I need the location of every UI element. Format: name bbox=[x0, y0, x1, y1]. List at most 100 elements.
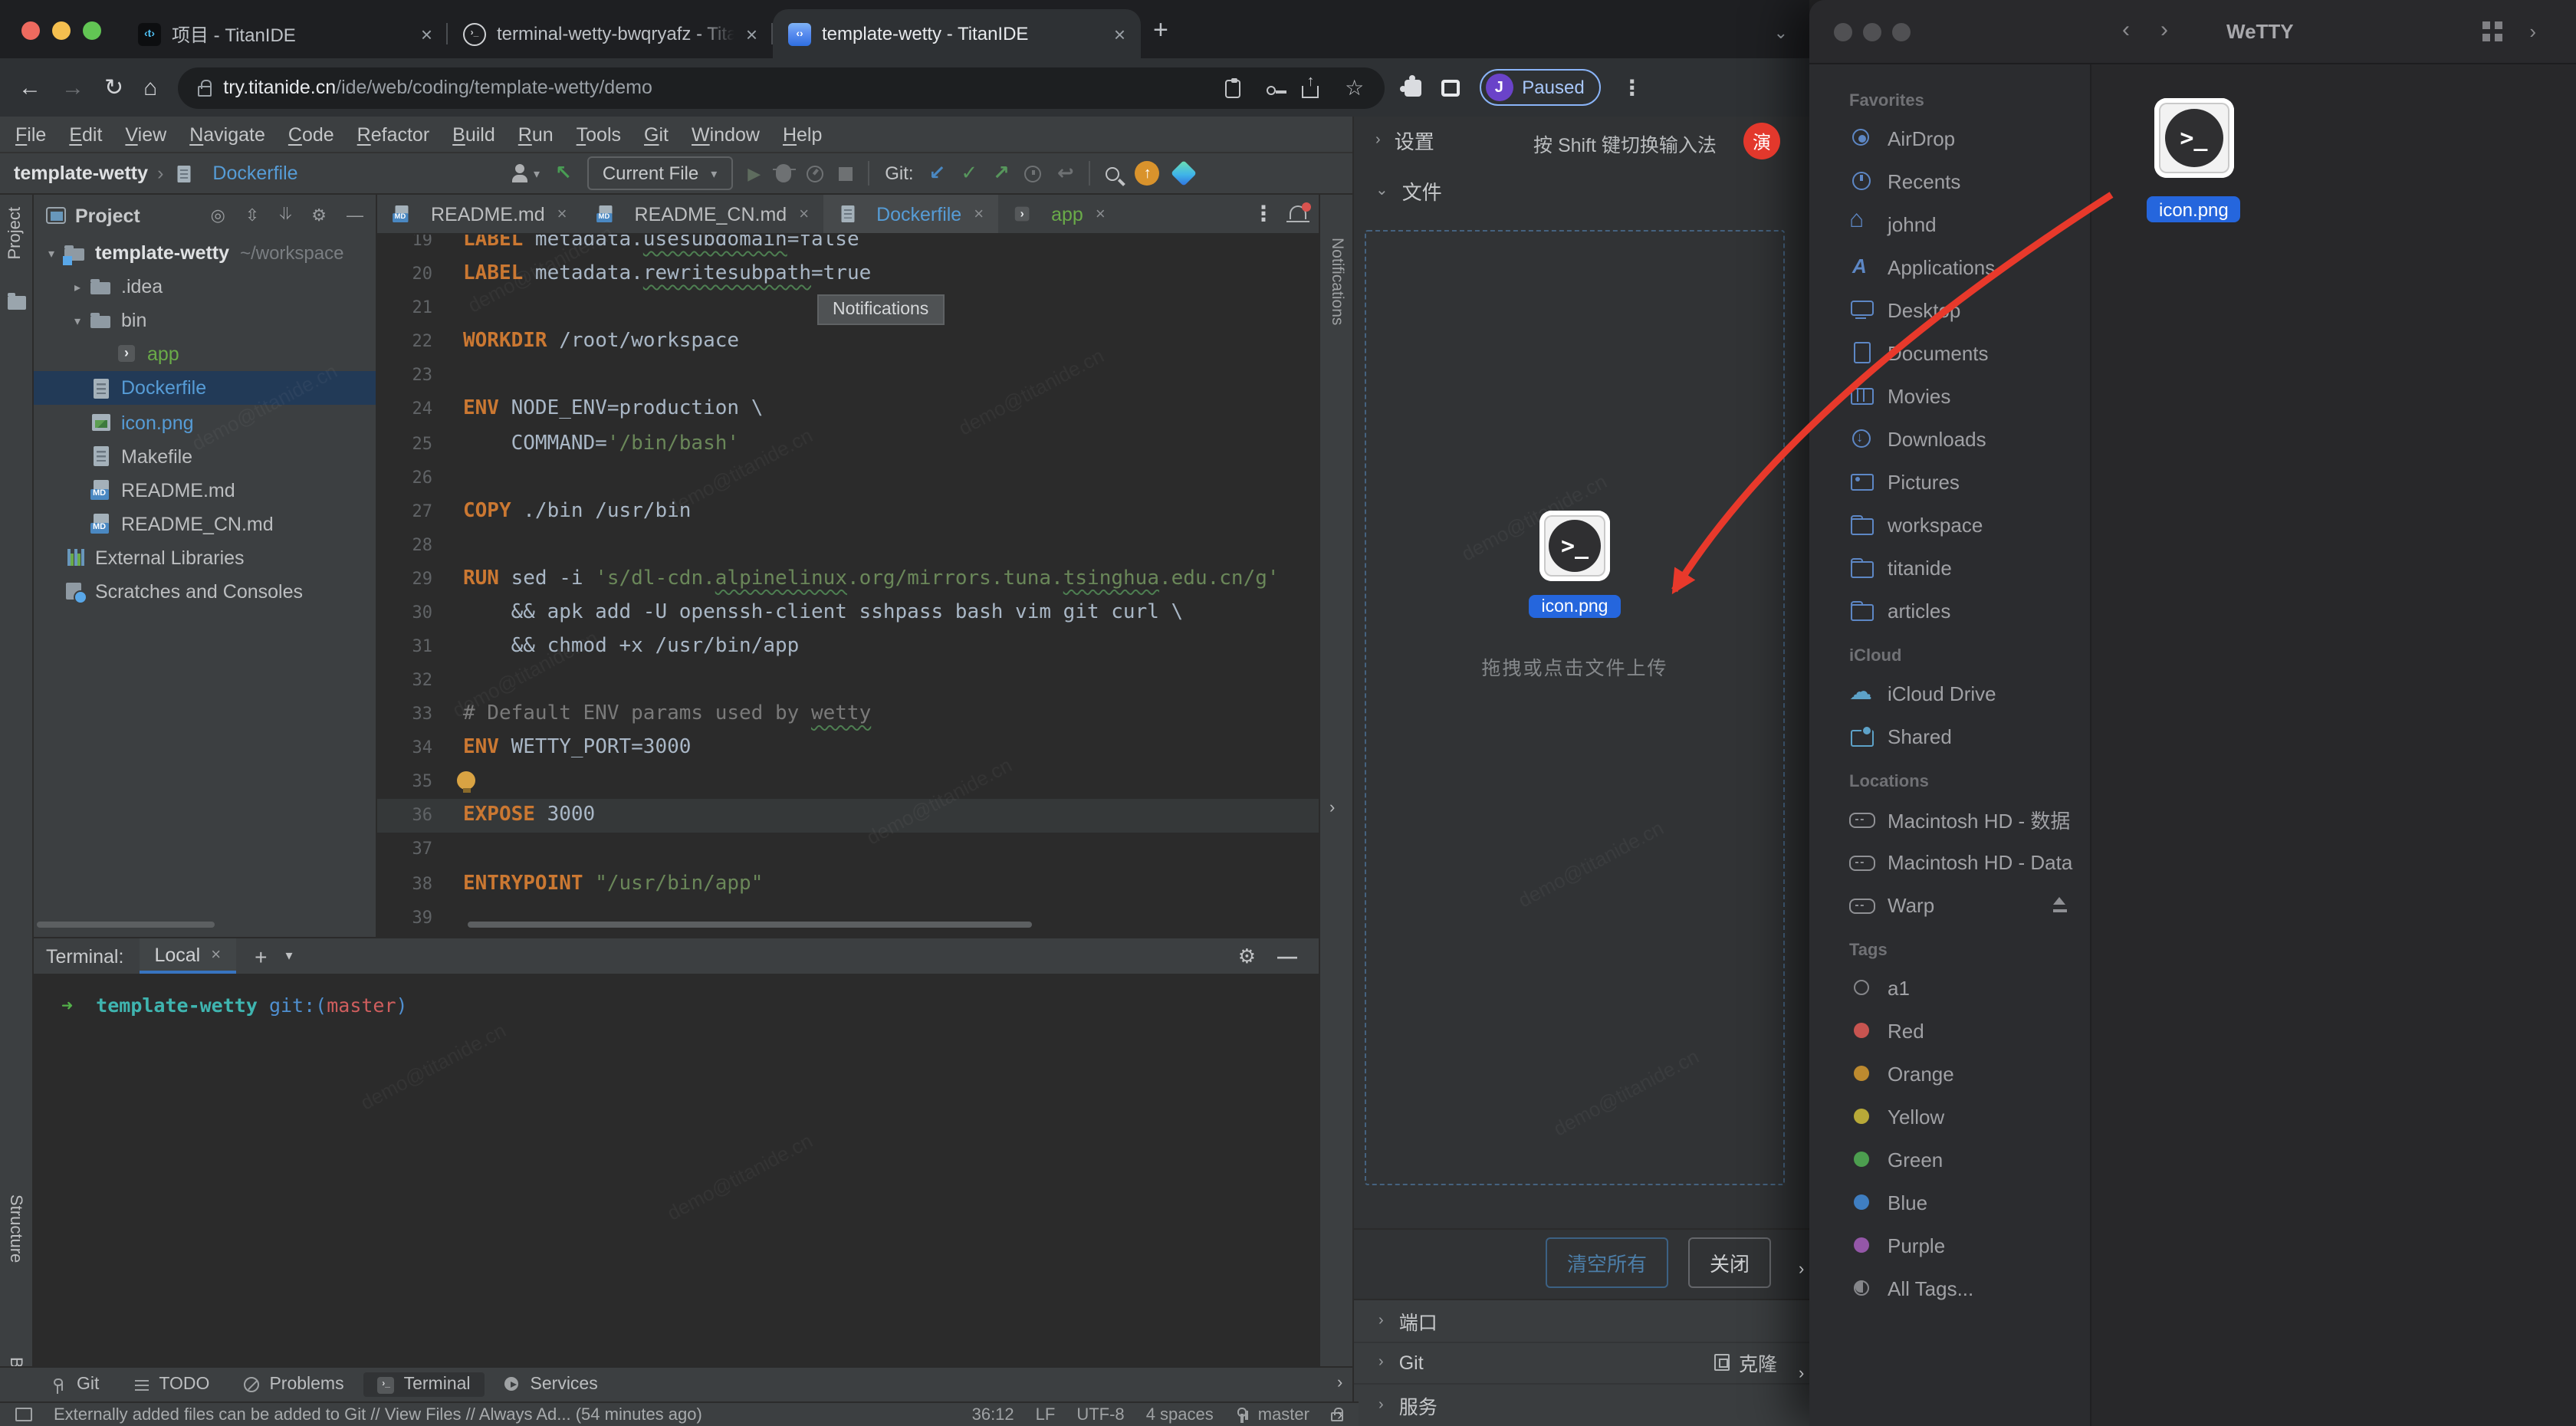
breadcrumb-project[interactable]: template-wetty bbox=[14, 163, 148, 184]
close-window-button[interactable] bbox=[21, 21, 40, 40]
project-panel-hscrollbar[interactable] bbox=[37, 922, 215, 928]
sidebar-item-airdrop[interactable]: AirDrop bbox=[1809, 117, 2090, 159]
expand-panel-icon[interactable]: › bbox=[1329, 799, 1335, 817]
code-line-34[interactable]: 34ENV WETTY_PORT=3000 bbox=[377, 731, 1319, 764]
address-bar[interactable]: try.titanide.cn/ide/web/coding/template-… bbox=[177, 67, 1384, 108]
finder-file-name[interactable]: icon.png bbox=[2147, 196, 2241, 222]
minimize-window-button[interactable] bbox=[1863, 23, 1881, 41]
expand-chevron-icon[interactable]: › bbox=[1799, 1365, 1804, 1383]
sidebar-item-articles[interactable]: articles bbox=[1809, 589, 2090, 632]
tool-tab-git[interactable]: Git bbox=[37, 1372, 113, 1397]
tool-tab-problems[interactable]: Problems bbox=[229, 1372, 357, 1397]
sidebar-item-green[interactable]: Green bbox=[1809, 1138, 2090, 1181]
minimize-window-button[interactable] bbox=[52, 21, 71, 40]
sidebar-item-movies[interactable]: Movies bbox=[1809, 374, 2090, 417]
structure-tool-button[interactable]: Structure bbox=[6, 1194, 25, 1263]
close-tab-icon[interactable]: × bbox=[1114, 22, 1125, 45]
expand-chevron-icon[interactable]: › bbox=[1337, 1406, 1342, 1424]
code-line-24[interactable]: 24ENV NODE_ENV=production \ bbox=[377, 393, 1319, 426]
stop-button[interactable] bbox=[839, 166, 853, 180]
menu-item-edit[interactable]: Edit bbox=[69, 123, 102, 145]
code-line-30[interactable]: 30 && apk add -U openssh-client sshpass … bbox=[377, 596, 1319, 629]
tree-item-dockerfile[interactable]: Dockerfile bbox=[34, 372, 376, 406]
code-line-29[interactable]: 29RUN sed -i 's/dl-cdn.alpinelinux.org/m… bbox=[377, 562, 1319, 596]
expand-all-icon[interactable]: ⇳ bbox=[245, 205, 259, 225]
finder-forward-icon[interactable]: › bbox=[2160, 17, 2168, 43]
browser-menu-icon[interactable]: ⋮ bbox=[1622, 74, 1643, 100]
debug-button[interactable] bbox=[776, 164, 791, 182]
hide-panel-icon[interactable]: — bbox=[347, 206, 363, 225]
history-icon[interactable] bbox=[1025, 165, 1042, 182]
menu-item-build[interactable]: Build bbox=[452, 123, 495, 145]
line-ending[interactable]: LF bbox=[1036, 1405, 1056, 1424]
editor-hscrollbar[interactable] bbox=[468, 922, 1032, 928]
ide-features-icon[interactable] bbox=[1171, 160, 1198, 186]
terminal-dropdown-icon[interactable]: ▾ bbox=[285, 948, 292, 964]
collapse-all-icon[interactable]: ⥥ bbox=[279, 205, 291, 225]
section-git[interactable]: ›Git克隆 bbox=[1354, 1342, 1811, 1385]
close-tab-icon[interactable]: × bbox=[421, 22, 432, 45]
code-line-33[interactable]: 33# Default ENV params used by wetty bbox=[377, 697, 1319, 731]
run-config-dropdown[interactable]: Current File▾ bbox=[587, 156, 732, 190]
panel-settings-icon[interactable]: ⚙ bbox=[311, 205, 327, 225]
maximize-window-button[interactable] bbox=[83, 21, 101, 40]
menu-item-help[interactable]: Help bbox=[783, 123, 822, 145]
code-line-35[interactable]: 35 bbox=[377, 765, 1319, 799]
load-changes-icon[interactable]: ↖ bbox=[555, 161, 572, 186]
tree-item-readme-cn-md[interactable]: README_CN.md bbox=[34, 508, 376, 541]
sidebar-item-a1[interactable]: a1 bbox=[1809, 966, 2090, 1009]
editor-tab-app[interactable]: app× bbox=[997, 195, 1119, 233]
close-tab-icon[interactable]: × bbox=[746, 22, 757, 45]
tree-item-readme-md[interactable]: README.md bbox=[34, 473, 376, 507]
sidebar-item-johnd[interactable]: johnd bbox=[1809, 202, 2090, 245]
menu-item-navigate[interactable]: Navigate bbox=[189, 123, 265, 145]
close-window-button[interactable] bbox=[1834, 23, 1852, 41]
code-line-32[interactable]: 32 bbox=[377, 663, 1319, 697]
tree-item-external-libraries[interactable]: External Libraries bbox=[34, 541, 376, 575]
sidebar-item-red[interactable]: Red bbox=[1809, 1009, 2090, 1052]
profiler-button[interactable] bbox=[807, 165, 823, 182]
clear-all-button[interactable]: 清空所有 bbox=[1546, 1237, 1668, 1288]
close-icon[interactable]: × bbox=[211, 945, 221, 964]
window-controls[interactable] bbox=[21, 21, 101, 40]
sidebar-item-pictures[interactable]: Pictures bbox=[1809, 460, 2090, 503]
tree-item-scratches-and-consoles[interactable]: Scratches and Consoles bbox=[34, 575, 376, 609]
section-端口[interactable]: ›端口 bbox=[1354, 1300, 1811, 1342]
editor-tab-readme-md[interactable]: README.md× bbox=[377, 195, 581, 233]
sidebar-item-icloud-drive[interactable]: iCloud Drive bbox=[1809, 672, 2090, 715]
terminal-prompt[interactable]: ➜ template-wetty git:(master) bbox=[61, 994, 408, 1017]
editor-tab-dockerfile[interactable]: Dockerfile× bbox=[823, 195, 997, 233]
sidebar-item-macintosh-hd-data[interactable]: Macintosh HD - Data bbox=[1809, 840, 2090, 883]
tree-item-makefile[interactable]: Makefile bbox=[34, 439, 376, 473]
tool-tab-todo[interactable]: TODO bbox=[119, 1372, 223, 1397]
git-update-icon[interactable]: ↙ bbox=[929, 161, 946, 186]
menu-item-refactor[interactable]: Refactor bbox=[357, 123, 430, 145]
share-icon[interactable] bbox=[1302, 85, 1319, 97]
finder-file[interactable]: icon.png bbox=[2147, 98, 2241, 222]
tab-search-icon[interactable]: ⌄ bbox=[1774, 23, 1788, 43]
profile-chip[interactable]: J Paused bbox=[1479, 69, 1601, 106]
file-encoding[interactable]: UTF-8 bbox=[1076, 1405, 1124, 1424]
menu-item-tools[interactable]: Tools bbox=[577, 123, 621, 145]
sidebar-item-purple[interactable]: Purple bbox=[1809, 1224, 2090, 1267]
view-options-chevron-icon[interactable]: › bbox=[2529, 20, 2536, 43]
code-line-20[interactable]: 20LABEL metadata.rewritesubpath=true bbox=[377, 257, 1319, 291]
close-button[interactable]: 关闭 bbox=[1688, 1237, 1771, 1288]
code-line-28[interactable]: 28 bbox=[377, 527, 1319, 561]
sidebar-item-blue[interactable]: Blue bbox=[1809, 1181, 2090, 1224]
expand-chevron-icon[interactable]: › bbox=[1799, 1260, 1804, 1279]
extensions-icon[interactable] bbox=[1404, 80, 1421, 97]
breadcrumb[interactable]: template-wetty › Dockerfile bbox=[14, 153, 298, 193]
terminal-settings-icon[interactable]: ⚙ bbox=[1238, 944, 1256, 968]
locate-file-icon[interactable]: ◎ bbox=[211, 205, 225, 225]
expand-chevron-icon[interactable]: › bbox=[1337, 1374, 1342, 1392]
side-panel-icon[interactable] bbox=[1441, 80, 1459, 97]
new-tab-button[interactable]: + bbox=[1153, 15, 1168, 46]
tool-tab-services[interactable]: Services bbox=[491, 1372, 612, 1397]
menu-item-window[interactable]: Window bbox=[692, 123, 760, 145]
tree-item--idea[interactable]: ▸.idea bbox=[34, 270, 376, 304]
git-commit-icon[interactable]: ✓ bbox=[961, 161, 978, 186]
sidebar-item-workspace[interactable]: workspace bbox=[1809, 503, 2090, 546]
status-window-icon[interactable] bbox=[15, 1408, 32, 1421]
sidebar-item-orange[interactable]: Orange bbox=[1809, 1052, 2090, 1095]
